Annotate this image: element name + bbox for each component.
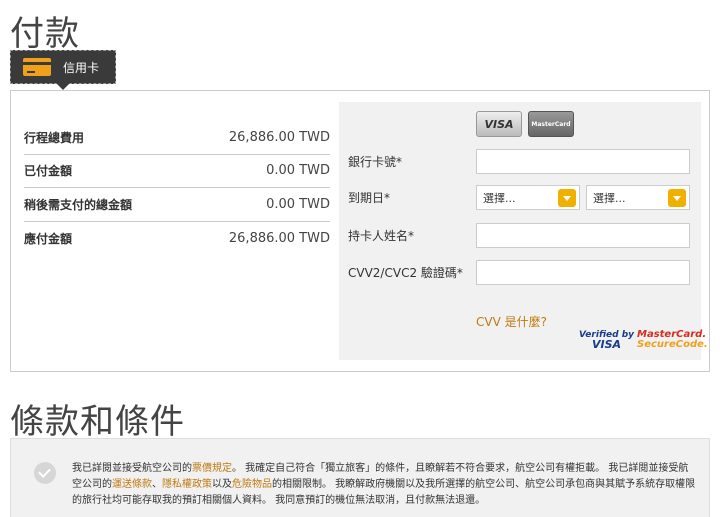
holder-name-label: 持卡人姓名* <box>348 229 415 243</box>
holder-name-input[interactable] <box>476 223 690 248</box>
summary-label: 稍後需支付的總金額 <box>24 197 133 212</box>
cvv-input[interactable] <box>476 260 690 285</box>
card-number-row: 銀行卡號* <box>348 149 690 174</box>
mastercard-securecode-logo: MasterCard. SecureCode. <box>637 330 708 350</box>
expiry-row: 到期日* 選擇... 選擇... <box>348 185 690 210</box>
summary-row-due: 應付金額 26,886.00 TWD <box>24 222 330 256</box>
credit-card-form: VISA MasterCard 銀行卡號* 到期日* 選擇... 選擇... 持… <box>339 102 708 360</box>
summary-value: 26,886.00 TWD <box>228 230 330 246</box>
summary-value: 0.00 TWD <box>266 196 330 212</box>
cvv-row: CVV2/CVC2 驗證碼* <box>348 260 690 285</box>
cvv-label: CVV2/CVC2 驗證碼* <box>348 266 463 280</box>
conditions-of-carriage-link[interactable]: 運送條款 <box>112 479 152 490</box>
summary-value: 0.00 TWD <box>266 163 330 179</box>
expiry-month-select[interactable]: 選擇... <box>476 185 580 210</box>
summary-value: 26,886.00 TWD <box>228 129 330 145</box>
summary-row-paid: 已付金額 0.00 TWD <box>24 155 330 188</box>
card-number-label: 銀行卡號* <box>348 155 403 169</box>
terms-text-part: 、 <box>152 479 162 490</box>
dangerous-goods-link[interactable]: 危險物品 <box>232 479 272 490</box>
verified-by-visa-line2: VISA <box>591 338 622 351</box>
summary-label: 已付金額 <box>24 164 73 179</box>
chevron-down-icon <box>558 188 576 207</box>
expiry-year-value: 選擇... <box>593 191 626 205</box>
mastercard-securecode-line2: SecureCode. <box>637 339 708 350</box>
expiry-year-select[interactable]: 選擇... <box>586 185 690 210</box>
mastercard-logo: MasterCard <box>528 111 574 137</box>
card-number-input[interactable] <box>476 149 690 174</box>
terms-text-part: 以及 <box>212 479 232 490</box>
chevron-down-icon <box>668 188 686 207</box>
fare-rules-link[interactable]: 票價規定 <box>192 463 232 474</box>
expiry-month-value: 選擇... <box>483 191 516 205</box>
expiry-label: 到期日* <box>348 191 391 205</box>
check-icon[interactable] <box>34 462 56 484</box>
privacy-policy-link[interactable]: 隱私權政策 <box>162 479 212 490</box>
verified-by-visa-logo: Verified by VISA <box>579 330 634 350</box>
terms-panel: 我已詳閱並接受航空公司的票價規定。 我確定自己符合「獨立旅客」的條件，且瞭解若不… <box>10 438 710 517</box>
payment-summary: 行程總費用 26,886.00 TWD 已付金額 0.00 TWD 稍後需支付的… <box>24 121 330 255</box>
cvv-help-link[interactable]: CVV 是什麼? <box>476 313 547 330</box>
tab-credit-card[interactable]: 信用卡 <box>10 50 116 90</box>
summary-row-total: 行程總費用 26,886.00 TWD <box>24 121 330 155</box>
credit-card-icon <box>23 58 51 76</box>
terms-text: 我已詳閱並接受航空公司的票價規定。 我確定自己符合「獨立旅客」的條件，且瞭解若不… <box>72 461 697 509</box>
terms-text-part: 我已詳閱並接受航空公司的 <box>72 463 192 474</box>
summary-row-later: 稍後需支付的總金額 0.00 TWD <box>24 188 330 222</box>
terms-title: 條款和條件 <box>10 402 185 442</box>
holder-name-row: 持卡人姓名* <box>348 223 690 248</box>
tab-credit-card-label: 信用卡 <box>63 60 100 75</box>
visa-logo: VISA <box>476 111 522 137</box>
payment-panel: 行程總費用 26,886.00 TWD 已付金額 0.00 TWD 稍後需支付的… <box>10 90 710 372</box>
summary-label: 行程總費用 <box>24 130 85 145</box>
summary-label: 應付金額 <box>24 231 73 246</box>
page-title: 付款 <box>10 14 80 54</box>
card-brand-logos: VISA MasterCard <box>476 111 574 137</box>
